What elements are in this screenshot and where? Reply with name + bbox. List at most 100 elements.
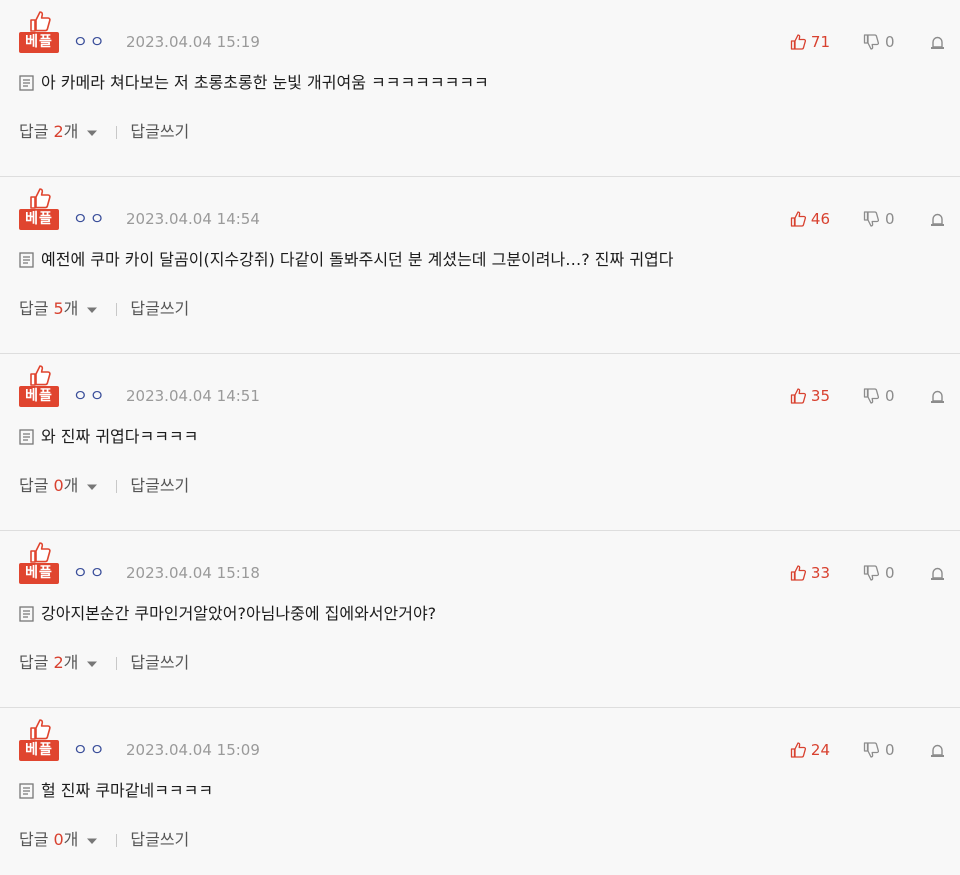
like-button[interactable]: 33 bbox=[790, 564, 830, 582]
best-thumbs-up-icon bbox=[30, 542, 51, 563]
like-button[interactable]: 46 bbox=[790, 210, 830, 228]
document-icon bbox=[19, 75, 34, 91]
report-siren-icon[interactable] bbox=[930, 389, 945, 404]
caret-down-icon bbox=[87, 838, 98, 844]
comment-body: 와 진짜 귀엽다ㅋㅋㅋㅋ bbox=[19, 427, 198, 447]
author-name[interactable]: ㅇㅇ bbox=[73, 387, 106, 405]
best-thumbs-up-icon bbox=[30, 365, 51, 386]
best-thumbs-up-icon bbox=[30, 188, 51, 209]
divider bbox=[116, 125, 118, 139]
like-count: 46 bbox=[810, 210, 830, 228]
author-name[interactable]: ㅇㅇ bbox=[73, 564, 106, 582]
thumbs-down-icon bbox=[863, 211, 879, 227]
comment-item: 베플 ㅇㅇ 2023.04.04 14:51 35 0 와 진짜 귀엽다ㅋㅋㅋㅋ bbox=[0, 354, 960, 531]
comment-date: 2023.04.04 14:54 bbox=[126, 210, 260, 228]
report-siren-icon[interactable] bbox=[930, 566, 945, 581]
like-button[interactable]: 71 bbox=[790, 33, 830, 51]
reply-toggle[interactable]: 답글 2 개 bbox=[19, 653, 98, 673]
reply-label: 답글 bbox=[19, 299, 49, 318]
divider bbox=[116, 302, 118, 316]
best-badge: 베플 bbox=[19, 386, 59, 407]
like-count: 71 bbox=[810, 33, 830, 51]
thumbs-down-icon bbox=[863, 565, 879, 581]
caret-down-icon bbox=[87, 130, 98, 136]
thumbs-down-icon bbox=[863, 34, 879, 50]
report-siren-icon[interactable] bbox=[930, 35, 945, 50]
reply-bar: 답글 2 개 답글쓰기 bbox=[19, 653, 189, 673]
thumbs-down-icon bbox=[863, 742, 879, 758]
comment-body: 예전에 쿠마 카이 달곰이(지수강쥐) 다같이 돌봐주시던 분 계셨는데 그분이… bbox=[19, 250, 673, 270]
comment-text: 강아지본순간 쿠마인거알았어?아님나중에 집에와서안거야? bbox=[41, 604, 437, 623]
report-siren-icon[interactable] bbox=[930, 212, 945, 227]
best-badge: 베플 bbox=[19, 563, 59, 584]
divider bbox=[116, 656, 118, 670]
dislike-button[interactable]: 0 bbox=[863, 210, 895, 228]
author-name[interactable]: ㅇㅇ bbox=[73, 33, 106, 51]
reply-toggle[interactable]: 답글 2 개 bbox=[19, 122, 98, 142]
reply-label: 답글 bbox=[19, 476, 49, 495]
dislike-button[interactable]: 0 bbox=[863, 387, 895, 405]
comment-item: 베플 ㅇㅇ 2023.04.04 15:19 71 0 아 카메라 쳐다보는 저… bbox=[0, 0, 960, 177]
comment-body: 헐 진짜 쿠마같네ㅋㅋㅋㅋ bbox=[19, 781, 213, 801]
document-icon bbox=[19, 606, 34, 622]
reply-unit: 개 bbox=[63, 830, 79, 849]
reply-count: 2 bbox=[53, 122, 64, 141]
write-reply-button[interactable]: 답글쓰기 bbox=[130, 830, 189, 850]
comment-text: 아 카메라 쳐다보는 저 초롱초롱한 눈빛 개귀여움 ㅋㅋㅋㅋㅋㅋㅋㅋ bbox=[41, 73, 489, 92]
reply-label: 답글 bbox=[19, 122, 49, 141]
reply-bar: 답글 2 개 답글쓰기 bbox=[19, 122, 189, 142]
reply-count: 0 bbox=[53, 830, 64, 849]
comment-body: 강아지본순간 쿠마인거알았어?아님나중에 집에와서안거야? bbox=[19, 604, 436, 624]
author-name[interactable]: ㅇㅇ bbox=[73, 741, 106, 759]
comment-text: 예전에 쿠마 카이 달곰이(지수강쥐) 다같이 돌봐주시던 분 계셨는데 그분이… bbox=[41, 250, 674, 269]
reply-label: 답글 bbox=[19, 830, 49, 849]
dislike-count: 0 bbox=[885, 33, 895, 51]
dislike-button[interactable]: 0 bbox=[863, 564, 895, 582]
divider bbox=[116, 833, 118, 847]
like-button[interactable]: 35 bbox=[790, 387, 830, 405]
author-name[interactable]: ㅇㅇ bbox=[73, 210, 106, 228]
thumbs-up-icon bbox=[790, 742, 806, 758]
reply-label: 답글 bbox=[19, 653, 49, 672]
best-badge: 베플 bbox=[19, 740, 59, 761]
best-badge: 베플 bbox=[19, 209, 59, 230]
document-icon bbox=[19, 252, 34, 268]
document-icon bbox=[19, 783, 34, 799]
like-count: 33 bbox=[810, 564, 830, 582]
write-reply-button[interactable]: 답글쓰기 bbox=[130, 653, 189, 673]
like-button[interactable]: 24 bbox=[790, 741, 830, 759]
thumbs-down-icon bbox=[863, 388, 879, 404]
reply-bar: 답글 0 개 답글쓰기 bbox=[19, 830, 189, 850]
comment-item: 베플 ㅇㅇ 2023.04.04 15:09 24 0 헐 진짜 쿠마같네ㅋㅋㅋ… bbox=[0, 708, 960, 875]
best-thumbs-up-icon bbox=[30, 719, 51, 740]
comment-date: 2023.04.04 15:09 bbox=[126, 741, 260, 759]
thumbs-up-icon bbox=[790, 211, 806, 227]
comment-text: 와 진짜 귀엽다ㅋㅋㅋㅋ bbox=[41, 427, 199, 446]
comment-item: 베플 ㅇㅇ 2023.04.04 15:18 33 0 강아지본순간 쿠마인거알… bbox=[0, 531, 960, 708]
reply-bar: 답글 5 개 답글쓰기 bbox=[19, 299, 189, 319]
write-reply-button[interactable]: 답글쓰기 bbox=[130, 299, 189, 319]
write-reply-button[interactable]: 답글쓰기 bbox=[130, 476, 189, 496]
caret-down-icon bbox=[87, 307, 98, 313]
reply-unit: 개 bbox=[63, 299, 79, 318]
best-badge: 베플 bbox=[19, 32, 59, 53]
reply-toggle[interactable]: 답글 5 개 bbox=[19, 299, 98, 319]
comment-date: 2023.04.04 14:51 bbox=[126, 387, 260, 405]
report-siren-icon[interactable] bbox=[930, 743, 945, 758]
reply-count: 0 bbox=[53, 476, 64, 495]
reply-toggle[interactable]: 답글 0 개 bbox=[19, 830, 98, 850]
dislike-button[interactable]: 0 bbox=[863, 33, 895, 51]
write-reply-button[interactable]: 답글쓰기 bbox=[130, 122, 189, 142]
thumbs-up-icon bbox=[790, 34, 806, 50]
reply-toggle[interactable]: 답글 0 개 bbox=[19, 476, 98, 496]
comment-list: 베플 ㅇㅇ 2023.04.04 15:19 71 0 아 카메라 쳐다보는 저… bbox=[0, 0, 960, 875]
reply-count: 2 bbox=[53, 653, 64, 672]
dislike-count: 0 bbox=[885, 564, 895, 582]
comment-text: 헐 진짜 쿠마같네ㅋㅋㅋㅋ bbox=[41, 781, 214, 800]
caret-down-icon bbox=[87, 484, 98, 490]
dislike-count: 0 bbox=[885, 387, 895, 405]
reply-count: 5 bbox=[53, 299, 64, 318]
thumbs-up-icon bbox=[790, 565, 806, 581]
reply-unit: 개 bbox=[63, 122, 79, 141]
dislike-button[interactable]: 0 bbox=[863, 741, 895, 759]
